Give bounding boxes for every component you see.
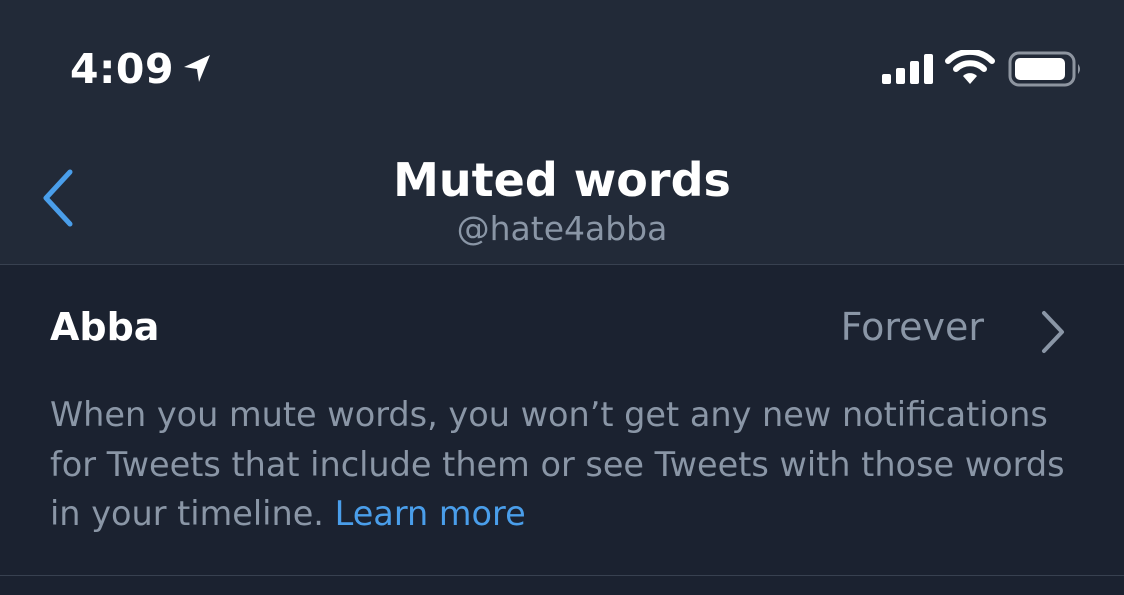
learn-more-link[interactable]: Learn more	[335, 494, 526, 533]
location-arrow-icon	[184, 55, 210, 82]
account-handle: @hate4abba	[456, 209, 668, 248]
muted-word-row[interactable]: Abba Forever	[0, 265, 1124, 385]
nav-header: 4:09 Muted words @hate4abba	[0, 0, 1124, 265]
battery-icon	[1008, 51, 1080, 87]
mute-duration: Forever	[840, 305, 984, 349]
list-footer	[0, 576, 1124, 595]
chevron-right-icon	[1042, 311, 1064, 353]
page-title: Muted words	[393, 153, 731, 207]
muted-words-info: When you mute words, you won’t get any n…	[50, 390, 1090, 539]
muted-word-label: Abba	[50, 305, 160, 349]
status-time: 4:09	[70, 45, 174, 93]
wifi-icon	[945, 50, 995, 84]
cellular-signal-icon	[882, 54, 933, 84]
info-text: When you mute words, you won’t get any n…	[50, 395, 1065, 533]
